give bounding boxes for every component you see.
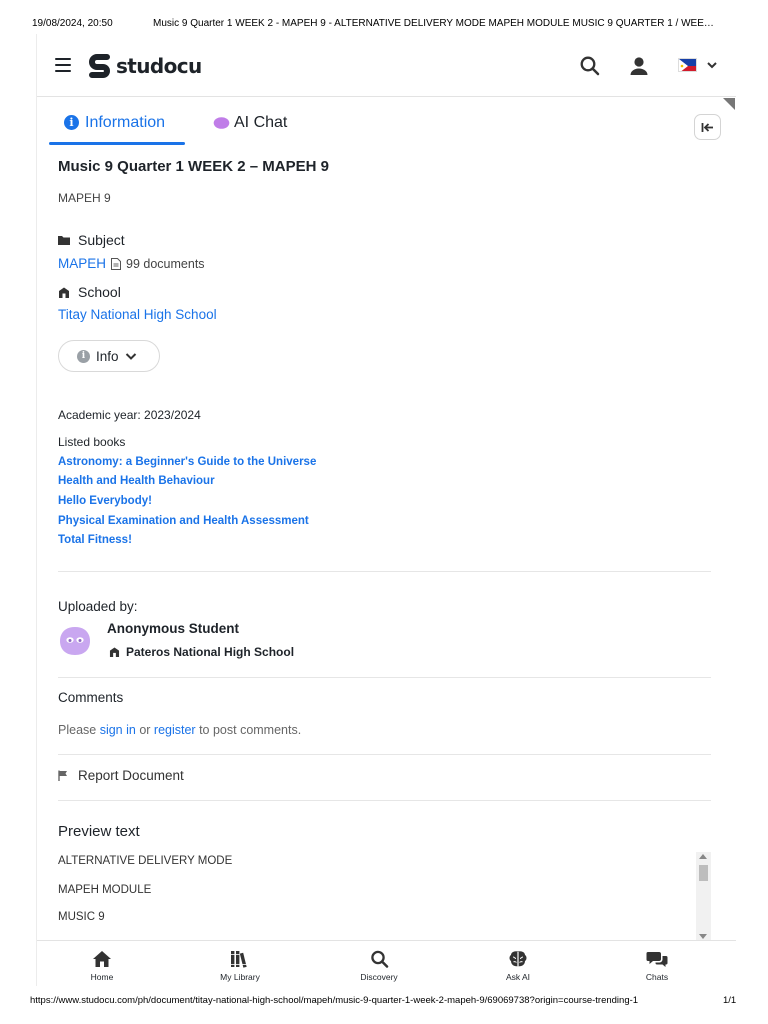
tab-information[interactable]: i Information bbox=[49, 98, 185, 147]
avatar[interactable] bbox=[58, 624, 92, 658]
print-footer: https://www.studocu.com/ph/document/tita… bbox=[0, 994, 768, 1014]
school-label-row: School bbox=[58, 284, 121, 300]
comments-heading: Comments bbox=[58, 690, 124, 705]
nav-discovery-label: Discovery bbox=[360, 972, 398, 982]
subject-label: Subject bbox=[78, 232, 125, 248]
top-bar: studocu bbox=[37, 34, 736, 97]
ai-chat-icon bbox=[213, 116, 230, 129]
flag-icon bbox=[58, 770, 67, 781]
school-icon bbox=[109, 647, 120, 657]
tab-ai-chat-label: AI Chat bbox=[234, 113, 288, 131]
nav-ask-ai-label: Ask AI bbox=[505, 972, 531, 982]
school-icon bbox=[59, 287, 69, 298]
book-link[interactable]: Health and Health Behaviour bbox=[58, 475, 215, 487]
info-icon: i bbox=[77, 349, 90, 363]
chevron-down-icon bbox=[125, 353, 136, 360]
brain-icon bbox=[509, 951, 527, 967]
scroll-down-arrow[interactable] bbox=[699, 934, 707, 939]
search-icon bbox=[370, 950, 388, 968]
preview-line: ALTERNATIVE DELIVERY MODE bbox=[58, 855, 233, 867]
menu-icon[interactable] bbox=[55, 58, 71, 72]
divider bbox=[58, 754, 711, 755]
preview-scrollbar[interactable] bbox=[696, 852, 711, 940]
school-link[interactable]: Titay National High School bbox=[58, 307, 217, 322]
subject-link[interactable]: MAPEH bbox=[58, 256, 106, 271]
bottom-nav: Home My Library Discovery Ask AI Chats bbox=[37, 940, 736, 986]
print-header: 19/08/2024, 20:50 Music 9 Quarter 1 WEEK… bbox=[0, 0, 768, 34]
print-date: 19/08/2024, 20:50 bbox=[32, 18, 113, 29]
subject-document-count: 99 documents bbox=[126, 256, 205, 271]
nav-home-label: Home bbox=[90, 972, 114, 982]
comments-suffix: to post comments. bbox=[195, 723, 302, 737]
subject-line: MAPEH 99 documents bbox=[58, 256, 205, 271]
preview-line: MAPEH MODULE bbox=[58, 884, 152, 896]
document-subtitle: MAPEH 9 bbox=[58, 191, 111, 205]
search-icon[interactable] bbox=[579, 55, 601, 77]
nav-chats-label: Chats bbox=[645, 972, 669, 982]
chat-icon bbox=[646, 952, 668, 967]
folder-icon bbox=[58, 236, 70, 245]
preview-heading: Preview text bbox=[58, 823, 140, 840]
collapse-left-icon bbox=[701, 122, 713, 132]
school-label: School bbox=[78, 284, 121, 300]
uploader-school-row: Pateros National High School bbox=[109, 645, 294, 659]
uploader-name[interactable]: Anonymous Student bbox=[107, 621, 239, 636]
info-button-label: Info bbox=[96, 348, 119, 364]
preview-line: MUSIC 9 bbox=[58, 911, 105, 923]
logo-mark-icon bbox=[89, 54, 110, 78]
home-icon bbox=[93, 951, 111, 967]
chevron-down-icon bbox=[707, 62, 717, 69]
print-page-number: 1/1 bbox=[723, 995, 737, 1006]
print-title: Music 9 Quarter 1 WEEK 2 - MAPEH 9 - ALT… bbox=[153, 18, 714, 29]
nav-discovery[interactable]: Discovery bbox=[334, 941, 424, 986]
flag-icon bbox=[678, 58, 697, 72]
nav-chats[interactable]: Chats bbox=[612, 941, 702, 986]
comments-prompt: Please sign in or register to post comme… bbox=[58, 723, 301, 737]
studocu-logo[interactable]: studocu bbox=[87, 52, 202, 79]
collapse-panel-button[interactable] bbox=[694, 114, 721, 140]
nav-my-library-label: My Library bbox=[220, 972, 260, 982]
book-link[interactable]: Astronomy: a Beginner's Guide to the Uni… bbox=[58, 456, 316, 468]
language-selector[interactable] bbox=[678, 58, 719, 72]
document-icon bbox=[111, 257, 122, 270]
tab-ai-chat[interactable]: AI Chat bbox=[207, 98, 287, 147]
library-icon bbox=[231, 951, 249, 968]
book-link[interactable]: Total Fitness! bbox=[58, 534, 132, 546]
divider bbox=[58, 677, 711, 678]
book-link[interactable]: Physical Examination and Health Assessme… bbox=[58, 515, 309, 527]
scroll-up-arrow[interactable] bbox=[699, 854, 707, 859]
scroll-thumb[interactable] bbox=[699, 865, 708, 881]
nav-home[interactable]: Home bbox=[57, 941, 147, 986]
comments-prefix: Please bbox=[58, 723, 100, 737]
corner-marker bbox=[723, 98, 735, 110]
sign-in-link[interactable]: sign in bbox=[100, 723, 136, 737]
listed-books-label: Listed books bbox=[58, 435, 126, 449]
uploader-school: Pateros National High School bbox=[126, 645, 295, 659]
nav-my-library[interactable]: My Library bbox=[195, 941, 285, 986]
register-link[interactable]: register bbox=[154, 723, 196, 737]
uploaded-by-label: Uploaded by: bbox=[58, 599, 138, 614]
nav-ask-ai[interactable]: Ask AI bbox=[473, 941, 563, 986]
report-document-label: Report Document bbox=[78, 768, 184, 783]
print-url: https://www.studocu.com/ph/document/tita… bbox=[30, 995, 639, 1006]
subject-label-row: Subject bbox=[58, 232, 125, 248]
active-tab-indicator bbox=[49, 142, 185, 145]
sidebar-tabs: i Information AI Chat bbox=[37, 98, 736, 150]
divider bbox=[58, 571, 711, 572]
document-title: Music 9 Quarter 1 WEEK 2 – MAPEH 9 bbox=[58, 158, 329, 175]
academic-year: Academic year: 2023/2024 bbox=[58, 408, 201, 422]
info-icon: i bbox=[64, 115, 79, 130]
tab-information-label: Information bbox=[85, 113, 166, 131]
report-document-button[interactable]: Report Document bbox=[58, 768, 184, 783]
user-icon[interactable] bbox=[628, 55, 650, 77]
logo-text: studocu bbox=[116, 53, 202, 78]
book-link[interactable]: Hello Everybody! bbox=[58, 495, 152, 507]
info-dropdown-button[interactable]: i Info bbox=[58, 340, 160, 372]
app-frame: studocu i Information AI Chat Music 9 Qu… bbox=[36, 34, 736, 986]
comments-middle: or bbox=[135, 723, 154, 737]
divider bbox=[58, 800, 711, 801]
